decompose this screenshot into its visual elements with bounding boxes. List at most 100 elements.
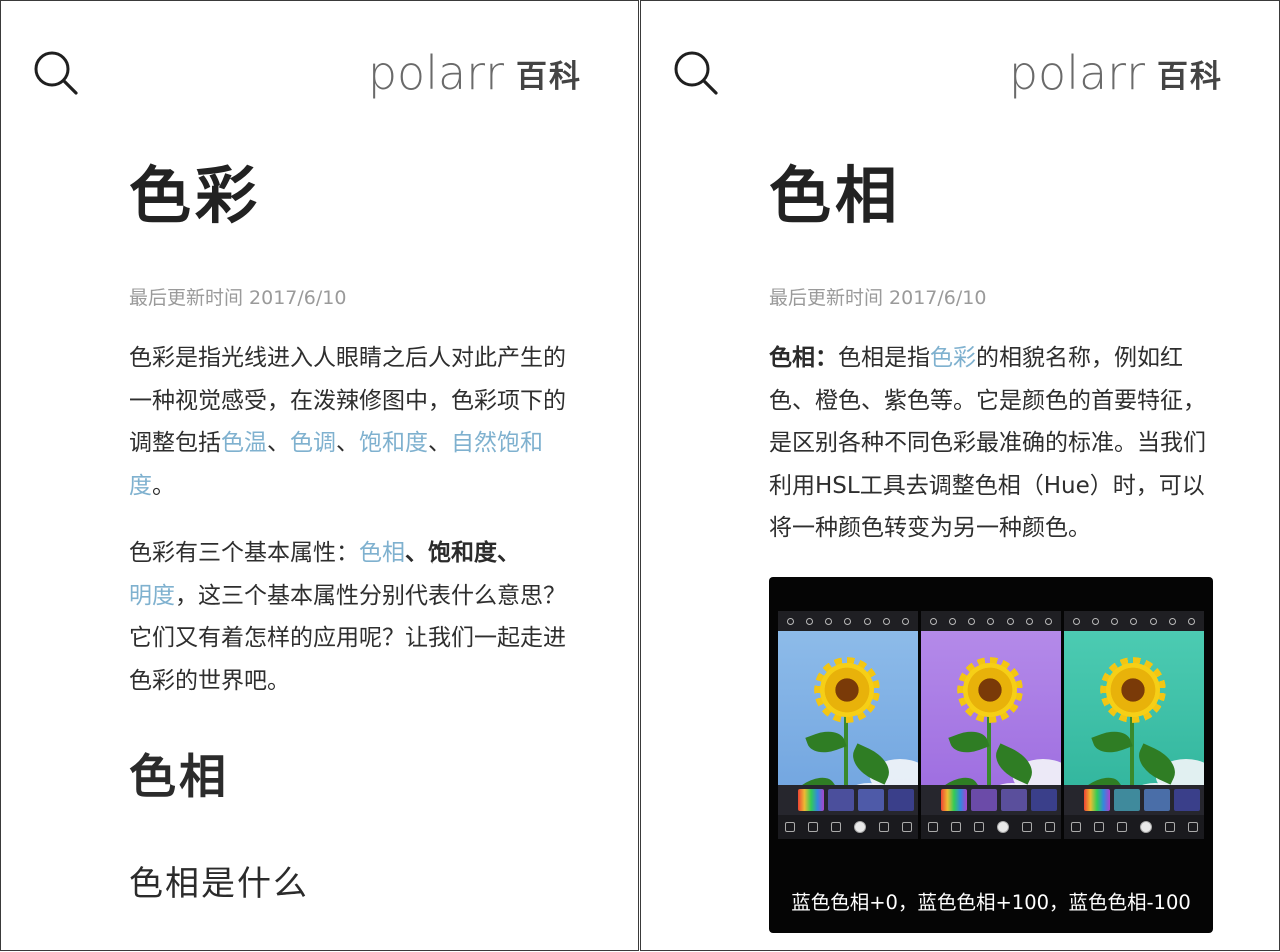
figure-caption: 蓝色色相+0，蓝色色相+100，蓝色色相-100 <box>791 891 1191 914</box>
app-nav <box>1064 815 1204 839</box>
link-color[interactable]: 色彩 <box>930 345 976 371</box>
attributes-paragraph: 色彩有三个基本属性：色相、饱和度、 明度，这三个基本属性分别代表什么意思？它们又有… <box>129 532 579 702</box>
hsl-swatch <box>1031 789 1057 811</box>
screens: polarr 百科 色彩 最后更新时间 2017/6/10 色彩是指光线进入人眼… <box>0 0 1280 952</box>
toolbar-icon <box>1092 617 1100 625</box>
nav-icon <box>878 822 889 832</box>
subsection-title: 色相是什么 <box>129 864 309 904</box>
hsl-swatch <box>1084 789 1110 811</box>
last-updated: 最后更新时间 2017/6/10 <box>129 287 347 309</box>
nav-icon-active <box>853 821 866 833</box>
nav-icon <box>1116 822 1127 832</box>
right-phone-screen: polarr 百科 色相 最后更新时间 2017/6/10 色相：色相是指色彩的… <box>640 0 1280 951</box>
definition-text-a: 色相是指 <box>838 345 930 371</box>
nav-icon <box>784 822 795 832</box>
toolbar-icon <box>987 617 995 625</box>
app-toolbar <box>921 611 1061 631</box>
link-saturation[interactable]: 饱和度 <box>359 430 428 456</box>
nav-icon <box>973 822 984 832</box>
nav-icon <box>901 822 912 832</box>
page-title: 色相 <box>769 159 902 232</box>
nav-icon <box>1070 822 1081 832</box>
page-title: 色彩 <box>129 159 262 232</box>
hsl-swatch <box>971 789 997 811</box>
toolbar-icon <box>806 617 814 625</box>
app-toolbar <box>1064 611 1204 631</box>
definition-text-b: 的相貌名称，例如红色、橙色、紫色等。它是颜色的首要特征，是区别各种不同色彩最准确… <box>769 345 1206 541</box>
nav-icon <box>1021 822 1032 832</box>
link-hue[interactable]: 色相 <box>359 540 405 566</box>
hsl-swatch <box>858 789 884 811</box>
toolbar-icon <box>1025 617 1033 625</box>
sunflower-head <box>820 663 874 717</box>
separator: 、 <box>405 540 428 566</box>
hsl-swatch <box>828 789 854 811</box>
link-color-temperature[interactable]: 色温 <box>221 430 267 456</box>
nav-icon <box>927 822 938 832</box>
logo-suffix: 百科 <box>1157 58 1223 95</box>
search-button[interactable] <box>31 49 81 97</box>
app-toolbar <box>778 611 918 631</box>
hsl-swatch <box>798 789 824 811</box>
nav-icon <box>950 822 961 832</box>
leaf <box>1091 725 1133 759</box>
toolbar-icon <box>1130 617 1138 625</box>
link-brightness[interactable]: 明度 <box>129 583 175 609</box>
nav-icon <box>1044 822 1055 832</box>
toolbar-icon <box>1006 617 1014 625</box>
hsl-panel <box>778 785 918 815</box>
leaf <box>805 725 847 759</box>
hsl-swatch <box>1144 789 1170 811</box>
hsl-panel <box>1064 785 1204 815</box>
polarr-logo[interactable]: polarr 百科 <box>368 47 582 99</box>
screenshot-strip <box>778 611 1204 839</box>
sunflower-head <box>963 663 1017 717</box>
hue-definition-paragraph: 色相：色相是指色彩的相貌名称，例如红色、橙色、紫色等。它是颜色的首要特征，是区别… <box>769 337 1215 550</box>
app-nav <box>921 815 1061 839</box>
separator: 、 <box>336 430 359 456</box>
hsl-swatch <box>941 789 967 811</box>
toolbar-icon <box>1149 617 1157 625</box>
nav-icon <box>1187 822 1198 832</box>
attributes-prefix: 色彩有三个基本属性： <box>129 540 359 566</box>
toolbar-icon <box>901 617 909 625</box>
colon: ： <box>815 345 838 371</box>
hsl-swatch <box>1174 789 1200 811</box>
toolbar-icon <box>844 617 852 625</box>
attributes-rest: ，这三个基本属性分别代表什么意思？它们又有着怎样的应用呢？让我们一起走进色彩的世… <box>129 582 566 694</box>
hsl-swatch <box>888 789 914 811</box>
saturation-term: 饱和度 <box>428 540 497 566</box>
nav-icon <box>807 822 818 832</box>
nav-icon <box>830 822 841 832</box>
app-screenshot-hue-plus-100 <box>921 611 1061 839</box>
toolbar-icon <box>1168 617 1176 625</box>
nav-icon-active <box>996 821 1009 833</box>
nav-icon-active <box>1139 821 1152 833</box>
app-screenshot-hue-0 <box>778 611 918 839</box>
hsl-panel <box>921 785 1061 815</box>
sunflower-head <box>1106 663 1160 717</box>
toolbar-icon <box>1111 617 1119 625</box>
hsl-swatch <box>1001 789 1027 811</box>
search-button[interactable] <box>671 49 721 97</box>
nav-icon <box>1093 822 1104 832</box>
separator: 、 <box>428 430 451 456</box>
app-nav <box>778 815 918 839</box>
link-tint[interactable]: 色调 <box>290 430 336 456</box>
hsl-swatch <box>1114 789 1140 811</box>
separator: 、 <box>267 430 290 456</box>
toolbar-icon <box>968 617 976 625</box>
left-phone-screen: polarr 百科 色彩 最后更新时间 2017/6/10 色彩是指光线进入人眼… <box>0 0 639 951</box>
logo-wordmark: polarr <box>1008 46 1145 100</box>
toolbar-icon <box>787 617 795 625</box>
logo-wordmark: polarr <box>367 46 504 100</box>
toolbar-icon <box>930 617 938 625</box>
toolbar-icon <box>825 617 833 625</box>
polarr-logo[interactable]: polarr 百科 <box>1009 47 1223 99</box>
leaf <box>948 725 990 759</box>
last-updated: 最后更新时间 2017/6/10 <box>769 287 987 309</box>
hue-term: 色相 <box>769 345 815 371</box>
nav-icon <box>1164 822 1175 832</box>
app-screenshot-hue-minus-100 <box>1064 611 1204 839</box>
toolbar-icon <box>863 617 871 625</box>
